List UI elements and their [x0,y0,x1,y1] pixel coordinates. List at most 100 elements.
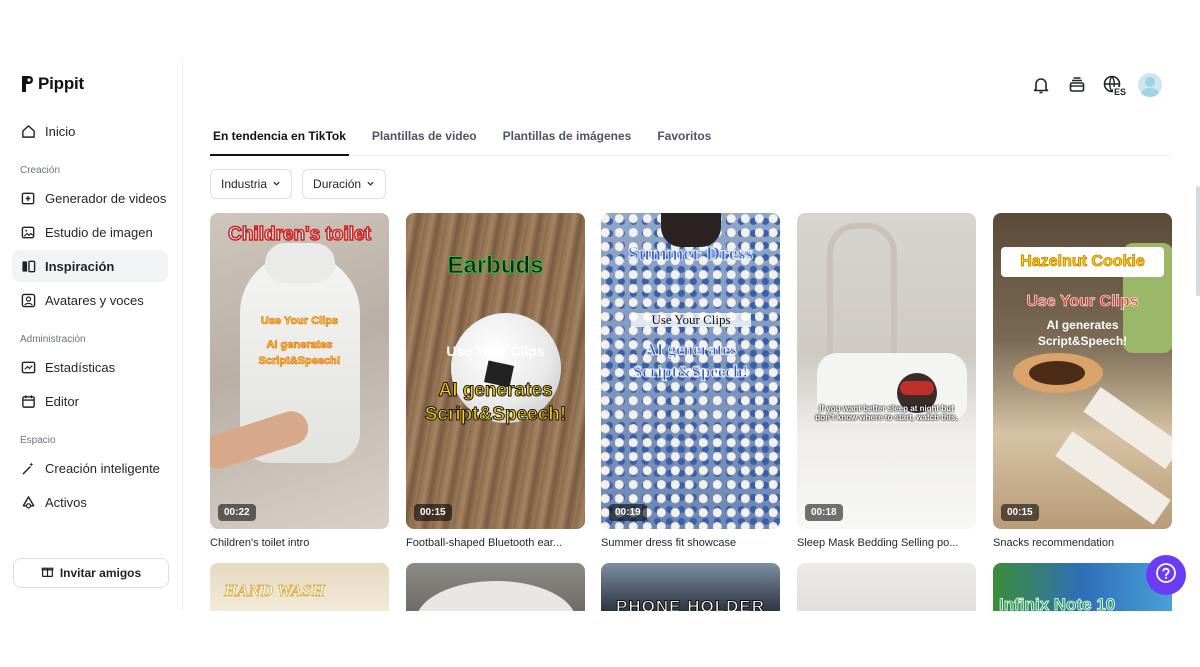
pippit-logo-icon [20,75,34,93]
gift-icon [41,565,54,581]
sidebar: Pippit Inicio Creación Generador de vide… [0,58,183,610]
filter-duracion-dropdown[interactable]: Duración [302,169,387,199]
credits-stack-icon[interactable] [1066,74,1088,96]
section-label-creacion: Creación [20,165,61,176]
video-card[interactable]: Summer Dress Use Your Clips AI generates… [601,213,780,549]
sidebar-item-estudio-imagen[interactable]: Estudio de imagen [12,216,168,248]
video-card[interactable]: Hazelnut Cookie Use Your Clips AI genera… [993,213,1172,549]
video-thumbnail[interactable]: Hazelnut Cookie Use Your Clips AI genera… [993,213,1172,529]
video-thumbnail[interactable]: If you want better sleep at night but do… [797,213,976,529]
tab-plantillas-video[interactable]: Plantillas de video [369,120,480,156]
help-question-icon [1155,562,1177,589]
overlay-line1: Use Your Clips [260,315,339,328]
content-tabs: En tendencia en TikTok Plantillas de vid… [210,120,1171,156]
sidebar-item-activos[interactable]: Activos [12,486,168,518]
overlay-title: HAND WASH [224,581,326,601]
video-card[interactable]: Earbuds Use Your Clips AI generates Scri… [406,213,585,549]
sidebar-item-label: Estadísticas [45,359,116,375]
video-caption: Sleep Mask Bedding Selling po... [797,537,959,549]
overlay-title: Infinix Note 10 [999,595,1116,611]
brand-name: Pippit [38,74,85,93]
page-scrollbar[interactable] [1196,186,1200,296]
tab-plantillas-imagenes[interactable]: Plantillas de imágenes [500,120,635,156]
overlay-line2: AI generates [266,339,333,352]
video-thumbnail-partial[interactable] [406,563,585,611]
overlay-line3: Script&Speech! [632,362,749,381]
video-plus-icon [21,191,36,206]
overlay-line1: Use Your Clips [631,312,751,328]
video-caption: Summer dress fit showcase [601,537,737,549]
sidebar-item-label: Creación inteligente [45,460,160,476]
video-thumbnail[interactable]: Earbuds Use Your Clips AI generates Scri… [406,213,585,529]
overlay-line3: Script&Speech! [1037,334,1128,348]
home-icon [21,124,36,139]
user-avatar[interactable] [1138,73,1162,97]
filter-industria-dropdown[interactable]: Industria [210,169,293,199]
sidebar-item-inicio[interactable]: Inicio [12,115,168,147]
section-label-administracion: Administración [20,334,86,345]
overlay-subtitle: If you want better sleep at night but do… [815,404,958,422]
sidebar-item-label: Generador de videos [45,190,167,206]
magic-wand-icon [21,461,36,476]
notification-bell-icon[interactable] [1030,74,1052,96]
video-thumbnail[interactable]: Children's toilet Use Your Clips AI gene… [210,213,389,529]
video-thumbnail-partial[interactable]: PHONE HOLDER [601,563,780,611]
video-caption: Snacks recommendation [993,537,1115,549]
sidebar-item-estadisticas[interactable]: Estadísticas [12,351,168,383]
chevron-down-icon [272,177,281,191]
overlay-title: Earbuds [447,252,544,280]
overlay-line3: Script&Speech! [258,355,341,368]
video-thumbnail-partial[interactable] [797,563,976,611]
language-badge: ES [1112,87,1127,97]
duration-badge: 00:22 [218,504,256,521]
image-edit-icon [21,225,36,240]
video-thumbnail[interactable]: Summer Dress Use Your Clips AI generates… [601,213,780,529]
duration-badge: 00:18 [805,504,843,521]
section-label-espacio: Espacio [20,435,56,446]
sidebar-item-label: Inicio [45,123,76,139]
viewport-bottom [183,611,1200,667]
sidebar-item-label: Editor [45,393,79,409]
overlay-line2: AI generates [1046,318,1119,332]
inspiration-icon [21,259,36,274]
duration-badge: 00:19 [609,504,647,521]
tab-favoritos[interactable]: Favoritos [654,120,714,156]
sidebar-item-creacion-inteligente[interactable]: Creación inteligente [12,452,168,484]
invite-friends-button[interactable]: Invitar amigos [13,558,169,588]
video-thumbnail-partial[interactable]: HAND WASH [210,563,389,611]
overlay-title: Hazelnut Cookie [1020,253,1145,271]
sidebar-item-label: Inspiración [45,258,115,274]
video-card[interactable]: If you want better sleep at night but do… [797,213,976,549]
sidebar-item-editor[interactable]: Editor [12,385,168,417]
filter-label: Duración [313,177,362,191]
overlay-line1: Use Your Clips [446,343,545,359]
video-caption: Children's toilet intro [210,537,310,549]
chart-icon [21,360,36,375]
sidebar-item-inspiracion[interactable]: Inspiración [12,250,168,282]
overlay-line2: AI generates [644,340,737,359]
sidebar-item-avatares-voces[interactable]: Avatares y voces [12,284,168,316]
overlay-title: PHONE HOLDER [616,597,765,612]
tab-tendencia-tiktok[interactable]: En tendencia en TikTok [210,120,349,156]
overlay-title: Children's toilet [227,223,371,245]
duration-badge: 00:15 [1001,504,1039,521]
video-card[interactable]: Children's toilet Use Your Clips AI gene… [210,213,389,549]
filter-bar: Industria Duración [210,169,387,199]
overlay-line3: Script&Speech! [424,404,567,426]
assets-icon [21,495,36,510]
help-button[interactable] [1146,555,1186,595]
video-thumbnail-partial[interactable]: Infinix Note 10 [993,563,1172,611]
chevron-down-icon [366,177,375,191]
video-caption: Football-shaped Bluetooth ear... [406,537,562,549]
sidebar-item-label: Estudio de imagen [45,224,153,240]
calendar-icon [21,394,36,409]
brand-logo[interactable]: Pippit [20,74,84,94]
language-globe-icon[interactable]: ES [1102,74,1127,97]
sidebar-item-label: Avatares y voces [45,292,144,308]
sidebar-item-generador-videos[interactable]: Generador de videos [12,182,168,214]
overlay-line1: Use Your Clips [1026,293,1139,311]
invite-label: Invitar amigos [59,566,142,580]
duration-badge: 00:15 [414,504,452,521]
header-actions: ES [1030,73,1162,97]
filter-label: Industria [221,177,268,191]
